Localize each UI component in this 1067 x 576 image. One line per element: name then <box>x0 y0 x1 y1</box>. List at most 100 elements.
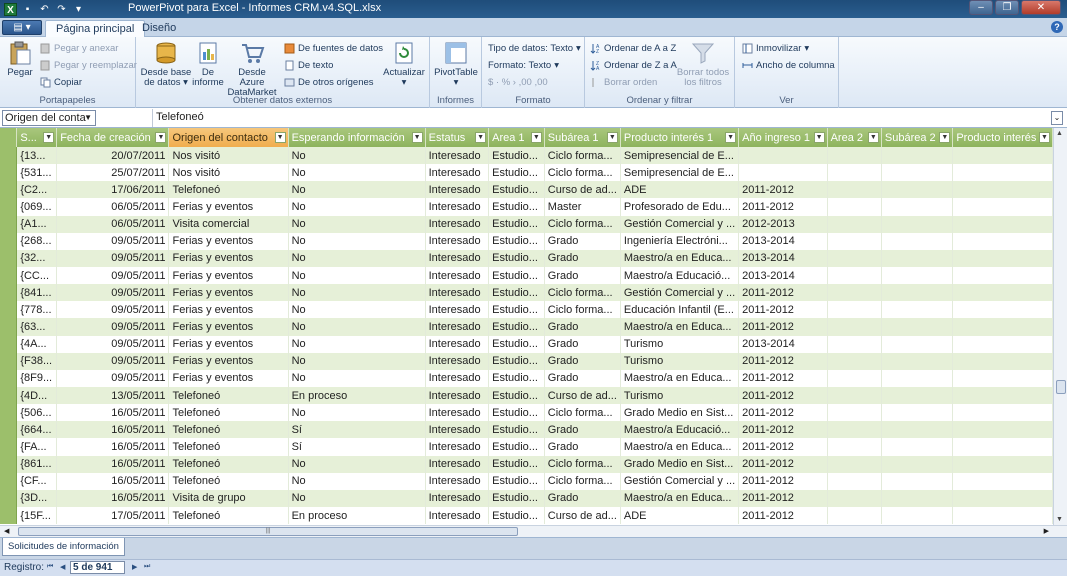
table-cell[interactable]: Semipresencial de E... <box>620 147 740 165</box>
data-type-dropdown[interactable]: Tipo de datos: Texto ▾ <box>488 41 581 56</box>
scroll-left-icon[interactable]: ◀ <box>4 527 9 535</box>
table-cell[interactable]: {506... <box>16 404 58 422</box>
row-selector[interactable] <box>0 404 18 422</box>
table-cell[interactable]: 16/05/2011 <box>56 438 170 456</box>
table-cell[interactable]: 2011-2012 <box>738 386 828 405</box>
table-cell[interactable]: 2011-2012 <box>738 318 828 336</box>
table-cell[interactable]: 2013-2014 <box>738 335 828 353</box>
table-cell[interactable]: Telefoneó <box>168 404 289 422</box>
paste-replace-button[interactable]: Pegar y reemplazar <box>40 58 137 73</box>
table-cell[interactable]: {8F9... <box>16 369 58 387</box>
table-cell[interactable]: Turismo <box>620 335 740 353</box>
table-row[interactable]: {4D... 13/05/2011 Telefoneó En proceso Inter… <box>0 386 1053 405</box>
table-cell[interactable]: Estudio... <box>488 266 545 285</box>
column-header[interactable]: Subárea 1 ▼ <box>544 128 621 147</box>
table-cell[interactable]: ADE <box>620 181 740 199</box>
table-cell[interactable] <box>827 181 882 199</box>
table-cell[interactable]: No <box>288 318 426 336</box>
table-cell[interactable] <box>881 318 954 336</box>
table-cell[interactable]: Estudio... <box>488 181 545 199</box>
table-cell[interactable]: {069... <box>16 198 58 216</box>
table-cell[interactable]: Ferias y eventos <box>168 352 289 370</box>
table-cell[interactable]: Estudio... <box>488 147 545 165</box>
row-selector[interactable] <box>0 506 18 525</box>
table-cell[interactable]: No <box>288 164 426 182</box>
table-cell[interactable]: Ciclo forma... <box>544 215 621 233</box>
number-format-buttons[interactable]: $ · % › ,00 ,00 <box>488 75 548 90</box>
table-cell[interactable]: 2011-2012 <box>738 301 828 319</box>
filter-dropdown-icon[interactable]: ▼ <box>411 132 423 143</box>
table-cell[interactable]: Maestro/a en Educa... <box>620 249 740 267</box>
table-cell[interactable]: {778... <box>16 301 58 319</box>
table-cell[interactable] <box>881 438 954 456</box>
table-cell[interactable] <box>827 369 882 387</box>
table-cell[interactable] <box>952 335 1053 353</box>
column-header[interactable]: S... ▼ <box>16 128 58 147</box>
table-cell[interactable] <box>827 421 882 439</box>
tab-home[interactable]: Página principal <box>45 20 146 38</box>
table-cell[interactable]: Ciclo forma... <box>544 404 621 422</box>
table-cell[interactable]: 16/05/2011 <box>56 421 170 439</box>
table-cell[interactable] <box>881 266 954 285</box>
from-data-sources-button[interactable]: De fuentes de datos <box>284 41 383 56</box>
table-cell[interactable]: Interesado <box>425 181 490 199</box>
table-cell[interactable] <box>881 181 954 199</box>
table-cell[interactable]: 09/05/2011 <box>56 284 170 302</box>
table-cell[interactable]: Grado <box>544 438 621 456</box>
table-cell[interactable]: Estudio... <box>488 455 545 473</box>
table-cell[interactable]: Ferias y eventos <box>168 249 289 267</box>
column-header[interactable]: Fecha de creación ▼ <box>56 128 170 147</box>
table-cell[interactable]: {4A... <box>16 335 58 353</box>
table-cell[interactable]: Interesado <box>425 404 490 422</box>
table-cell[interactable]: Interesado <box>425 266 490 285</box>
vertical-scrollbar[interactable]: ▲ ▼ <box>1053 128 1067 525</box>
table-cell[interactable] <box>881 369 954 387</box>
table-cell[interactable]: 2013-2014 <box>738 232 828 250</box>
table-cell[interactable]: Nos visitó <box>168 164 289 182</box>
table-cell[interactable] <box>827 335 882 353</box>
table-cell[interactable] <box>881 147 954 165</box>
table-cell[interactable]: 20/07/2011 <box>56 147 170 165</box>
row-selector[interactable] <box>0 266 18 285</box>
table-cell[interactable]: Interesado <box>425 472 490 490</box>
column-header[interactable]: Area 2 ▼ <box>827 128 882 147</box>
table-cell[interactable]: 2011-2012 <box>738 181 828 199</box>
table-cell[interactable] <box>827 266 882 285</box>
table-cell[interactable]: Grado <box>544 266 621 285</box>
table-cell[interactable]: Grado <box>544 232 621 250</box>
table-cell[interactable] <box>952 198 1053 216</box>
table-cell[interactable]: Interesado <box>425 369 490 387</box>
table-cell[interactable] <box>952 472 1053 490</box>
table-row[interactable]: {CF... 16/05/2011 Telefoneó No Interesado Est… <box>0 472 1053 490</box>
table-cell[interactable]: Turismo <box>620 386 740 405</box>
scroll-down-icon[interactable]: ▼ <box>1056 516 1063 523</box>
row-selector[interactable] <box>0 249 18 267</box>
filter-dropdown-icon[interactable]: ▼ <box>606 132 618 143</box>
table-cell[interactable]: {A1... <box>16 215 58 233</box>
table-cell[interactable]: Interesado <box>425 232 490 250</box>
table-cell[interactable]: Telefoneó <box>168 455 289 473</box>
table-cell[interactable]: {32... <box>16 249 58 267</box>
row-selector[interactable] <box>0 232 18 250</box>
table-row[interactable]: {069... 06/05/2011 Ferias y eventos No Inter… <box>0 198 1053 216</box>
filter-dropdown-icon[interactable]: ▼ <box>1039 132 1050 143</box>
table-cell[interactable] <box>881 352 954 370</box>
table-row[interactable]: {CC... 09/05/2011 Ferias y eventos No Intere… <box>0 266 1053 285</box>
table-cell[interactable]: Curso de ad... <box>544 386 621 405</box>
freeze-dropdown[interactable]: Inmovilizar ▾ <box>742 41 809 56</box>
table-cell[interactable]: Grado <box>544 335 621 353</box>
table-cell[interactable] <box>952 147 1053 165</box>
paste-button[interactable]: Pegar <box>5 40 35 78</box>
table-cell[interactable]: Grado <box>544 369 621 387</box>
table-cell[interactable]: Ferias y eventos <box>168 198 289 216</box>
filter-dropdown-icon[interactable]: ▼ <box>43 132 55 143</box>
table-cell[interactable]: Interesado <box>425 455 490 473</box>
row-selector[interactable] <box>0 472 18 490</box>
table-cell[interactable]: En proceso <box>288 506 426 525</box>
table-cell[interactable] <box>827 284 882 302</box>
table-cell[interactable] <box>827 404 882 422</box>
table-cell[interactable]: Visita comercial <box>168 215 289 233</box>
table-row[interactable]: {63... 09/05/2011 Ferias y eventos No Intere… <box>0 318 1053 336</box>
table-cell[interactable]: No <box>288 215 426 233</box>
table-cell[interactable]: 09/05/2011 <box>56 369 170 387</box>
